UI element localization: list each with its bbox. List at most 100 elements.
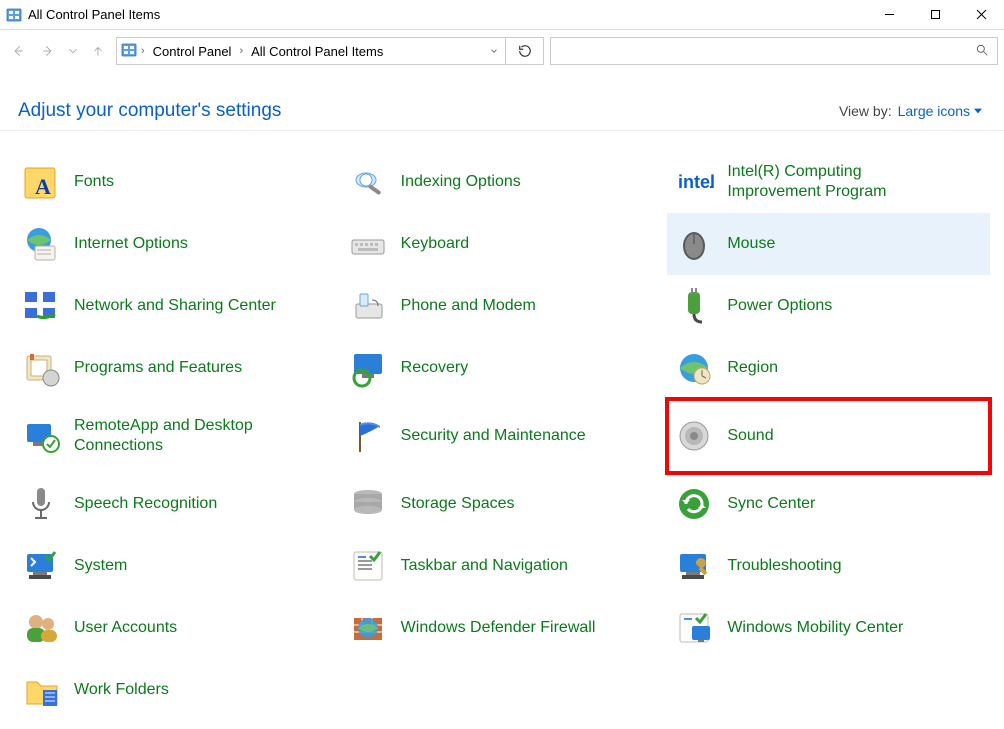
region-icon (673, 347, 715, 389)
viewby-selector[interactable]: Large icons (898, 103, 982, 119)
nav-up-button[interactable] (86, 39, 110, 63)
cp-item-label: Taskbar and Navigation (401, 556, 568, 576)
cp-item-label: Fonts (74, 172, 114, 192)
cp-item-label: Windows Defender Firewall (401, 618, 596, 638)
fonts-icon (20, 161, 62, 203)
cp-item-sound[interactable]: Sound (667, 399, 990, 473)
remoteapp-icon (20, 415, 62, 457)
troubleshooting-icon (673, 545, 715, 587)
internet-icon (20, 223, 62, 265)
firewall-icon (347, 607, 389, 649)
cp-item-indexing[interactable]: Indexing Options (341, 151, 664, 213)
cp-item-label: Sound (727, 426, 773, 446)
cp-item-firewall[interactable]: Windows Defender Firewall (341, 597, 664, 659)
address-bar-icon (121, 42, 137, 61)
cp-item-intel[interactable]: Intel(R) Computing Improvement Program (667, 151, 990, 213)
recovery-icon (347, 347, 389, 389)
cp-item-label: Intel(R) Computing Improvement Program (727, 162, 957, 202)
search-box[interactable] (550, 37, 998, 65)
cp-item-programs[interactable]: Programs and Features (14, 337, 337, 399)
cp-item-workfolders[interactable]: Work Folders (14, 659, 337, 721)
cp-item-network[interactable]: Network and Sharing Center (14, 275, 337, 337)
cp-item-mobility[interactable]: Windows Mobility Center (667, 597, 990, 659)
mouse-icon (673, 223, 715, 265)
breadcrumb-current[interactable]: All Control Panel Items (245, 44, 389, 59)
cp-item-taskbar[interactable]: Taskbar and Navigation (341, 535, 664, 597)
cp-item-label: Keyboard (401, 234, 470, 254)
cp-item-speech[interactable]: Speech Recognition (14, 473, 337, 535)
nav-toolbar: › Control Panel › All Control Panel Item… (0, 30, 1004, 72)
cp-item-internet[interactable]: Internet Options (14, 213, 337, 275)
cp-item-label: Programs and Features (74, 358, 242, 378)
nav-history-dropdown[interactable] (66, 39, 80, 63)
cp-item-sync[interactable]: Sync Center (667, 473, 990, 535)
cp-item-power[interactable]: Power Options (667, 275, 990, 337)
storage-icon (347, 483, 389, 525)
network-icon (20, 285, 62, 327)
workfolders-icon (20, 669, 62, 711)
cp-item-troubleshooting[interactable]: Troubleshooting (667, 535, 990, 597)
cp-item-label: Security and Maintenance (401, 426, 586, 446)
keyboard-icon (347, 223, 389, 265)
cp-item-recovery[interactable]: Recovery (341, 337, 664, 399)
speech-icon (20, 483, 62, 525)
cp-item-mouse[interactable]: Mouse (667, 213, 990, 275)
cp-item-storage[interactable]: Storage Spaces (341, 473, 664, 535)
cp-item-users[interactable]: User Accounts (14, 597, 337, 659)
viewby-label: View by: (839, 103, 892, 119)
control-panel-app-icon (6, 7, 22, 23)
chevron-right-icon: › (139, 45, 147, 57)
window-title: All Control Panel Items (28, 7, 160, 22)
cp-item-fonts[interactable]: Fonts (14, 151, 337, 213)
cp-item-label: Power Options (727, 296, 832, 316)
indexing-icon (347, 161, 389, 203)
sound-icon (673, 415, 715, 457)
cp-item-label: Region (727, 358, 778, 378)
intel-icon (673, 161, 715, 203)
cp-item-label: RemoteApp and Desktop Connections (74, 416, 304, 456)
nav-back-button[interactable] (6, 39, 30, 63)
system-icon (20, 545, 62, 587)
window-maximize-button[interactable] (912, 0, 958, 30)
refresh-button[interactable] (506, 37, 544, 65)
cp-item-label: Storage Spaces (401, 494, 515, 514)
cp-item-label: Windows Mobility Center (727, 618, 903, 638)
sync-icon (673, 483, 715, 525)
window-titlebar: All Control Panel Items (0, 0, 1004, 30)
cp-item-label: Indexing Options (401, 172, 521, 192)
cp-item-region[interactable]: Region (667, 337, 990, 399)
cp-item-label: System (74, 556, 127, 576)
viewby-value-text: Large icons (898, 103, 970, 119)
nav-forward-button[interactable] (36, 39, 60, 63)
breadcrumb-root[interactable]: Control Panel (147, 44, 238, 59)
taskbar-icon (347, 545, 389, 587)
cp-item-label: Troubleshooting (727, 556, 841, 576)
cp-item-label: Internet Options (74, 234, 188, 254)
cp-item-label: Speech Recognition (74, 494, 217, 514)
programs-icon (20, 347, 62, 389)
phone-icon (347, 285, 389, 327)
cp-item-label: Work Folders (74, 680, 169, 700)
search-icon (975, 43, 989, 60)
window-close-button[interactable] (958, 0, 1004, 30)
address-bar-dropdown[interactable] (483, 46, 505, 56)
address-bar[interactable]: › Control Panel › All Control Panel Item… (116, 37, 506, 65)
cp-item-keyboard[interactable]: Keyboard (341, 213, 664, 275)
cp-item-label: Mouse (727, 234, 775, 254)
control-panel-grid: Fonts Indexing Options Intel(R) Computing … (0, 141, 1004, 721)
page-heading: Adjust your computer's settings (18, 100, 281, 122)
settings-header: Adjust your computer's settings View by:… (0, 72, 1004, 131)
users-icon (20, 607, 62, 649)
window-minimize-button[interactable] (866, 0, 912, 30)
cp-item-security[interactable]: Security and Maintenance (341, 399, 664, 473)
cp-item-label: Recovery (401, 358, 469, 378)
cp-item-phone[interactable]: Phone and Modem (341, 275, 664, 337)
cp-item-label: Phone and Modem (401, 296, 536, 316)
cp-item-remoteapp[interactable]: RemoteApp and Desktop Connections (14, 399, 337, 473)
cp-item-system[interactable]: System (14, 535, 337, 597)
cp-item-label: Network and Sharing Center (74, 296, 276, 316)
cp-item-label: User Accounts (74, 618, 177, 638)
security-icon (347, 415, 389, 457)
power-icon (673, 285, 715, 327)
chevron-right-icon: › (237, 45, 245, 57)
